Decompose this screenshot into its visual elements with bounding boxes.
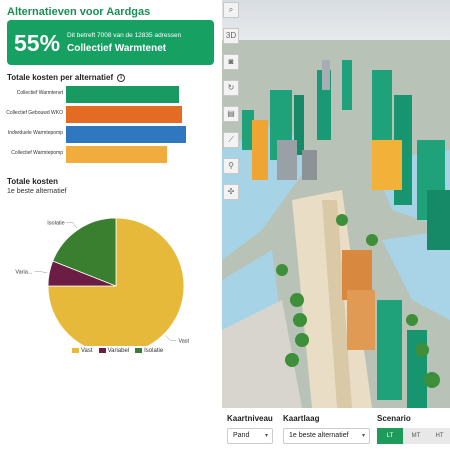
legend-swatch [98, 348, 106, 353]
search-icon[interactable]: ⌕ [223, 2, 239, 18]
summary-alternative: Collectief Warmtenet [67, 43, 167, 54]
walk-icon[interactable]: ⚲ [223, 158, 239, 174]
bar-label: Collectief Gebouwd WKO [6, 110, 63, 116]
map-level-value: Pand [233, 432, 250, 439]
layers-icon[interactable]: ▤ [223, 106, 239, 122]
legend-swatch [72, 348, 79, 353]
bar[interactable] [66, 86, 179, 103]
map-layer-select[interactable]: 1e beste alternatief ▾ [283, 428, 370, 444]
totals-subtitle: 1e beste alternatief [7, 188, 67, 195]
map-level-select[interactable]: Pand ▾ [227, 428, 273, 444]
scenario-option-ht[interactable]: HT [429, 428, 450, 444]
pie-label: Vast [178, 338, 189, 344]
map-controls: Kaartniveau Pand ▾ Kaartlaag 1e beste al… [222, 408, 450, 450]
pie-label: Isolatie [47, 220, 64, 226]
chevron-down-icon: ▾ [361, 433, 365, 439]
map-level-label: Kaartniveau [227, 414, 273, 423]
bar[interactable] [66, 146, 167, 163]
map-layer-label: Kaartlaag [283, 414, 320, 423]
costs-title-text: Totale kosten per alternatief [7, 73, 114, 82]
totals-section-title: Totale kosten [7, 177, 58, 186]
scenario-option-mt[interactable]: MT [403, 428, 429, 444]
legend-label[interactable]: Variabel [108, 348, 130, 354]
bar[interactable] [66, 106, 182, 123]
bar-label: Collectief Warmtenet [16, 90, 63, 96]
3d-toggle-icon[interactable]: 3D [223, 28, 239, 44]
map-layer-value: 1e beste alternatief [289, 432, 349, 439]
scenario-label: Scenario [377, 414, 411, 423]
cost-pie-chart: Vast Varia... Isolatie [15, 217, 190, 346]
pie-legend: Vast Variabel Isolatie [66, 348, 163, 354]
rotate-icon[interactable]: ↻ [223, 80, 239, 96]
bar-label: Individuele Warmtepomp [7, 130, 63, 136]
share-icon[interactable]: ✣ [223, 184, 239, 200]
app-title: Alternatieven voor Aardgas [7, 6, 151, 18]
legend-label[interactable]: Isolatie [144, 348, 163, 354]
bar-row: Collectief Warmtepomp [0, 146, 222, 163]
info-icon[interactable]: i [117, 73, 126, 82]
summary-card: 55% Dit betreft 7008 van de 12835 adress… [7, 20, 214, 65]
pie-leader-line [165, 335, 177, 341]
camera-icon[interactable]: ◙ [223, 54, 239, 70]
costs-section-title: Totale kosten per alternatief i [7, 73, 126, 82]
summary-percentage: 55% [14, 30, 61, 56]
pie-leader-line [34, 271, 48, 274]
pie-leader-line [66, 222, 77, 229]
measure-icon[interactable]: ⟋ [223, 132, 239, 148]
bar-row: Collectief Warmtenet [0, 86, 222, 103]
3d-city-map [222, 0, 450, 408]
legend-label[interactable]: Vast [81, 348, 93, 354]
map-toolbar: ⌕ 3D ◙ ↻ ▤ ⟋ ⚲ ✣ [223, 0, 240, 226]
bar-row: Collectief Gebouwd WKO [0, 106, 222, 123]
scenario-option-lt[interactable]: LT [377, 428, 403, 444]
pie-label: Varia... [15, 270, 32, 276]
bar[interactable] [66, 126, 186, 143]
legend-swatch [135, 348, 143, 353]
summary-subtitle: Dit betreft 7008 van de 12835 adressen [67, 32, 182, 39]
chevron-down-icon: ▾ [264, 433, 268, 439]
bar-row: Individuele Warmtepomp [0, 126, 222, 143]
left-panel: Alternatieven voor Aardgas 55% Dit betre… [0, 0, 222, 450]
map-view[interactable] [222, 0, 450, 408]
bar-label: Collectief Warmtepomp [11, 150, 63, 156]
